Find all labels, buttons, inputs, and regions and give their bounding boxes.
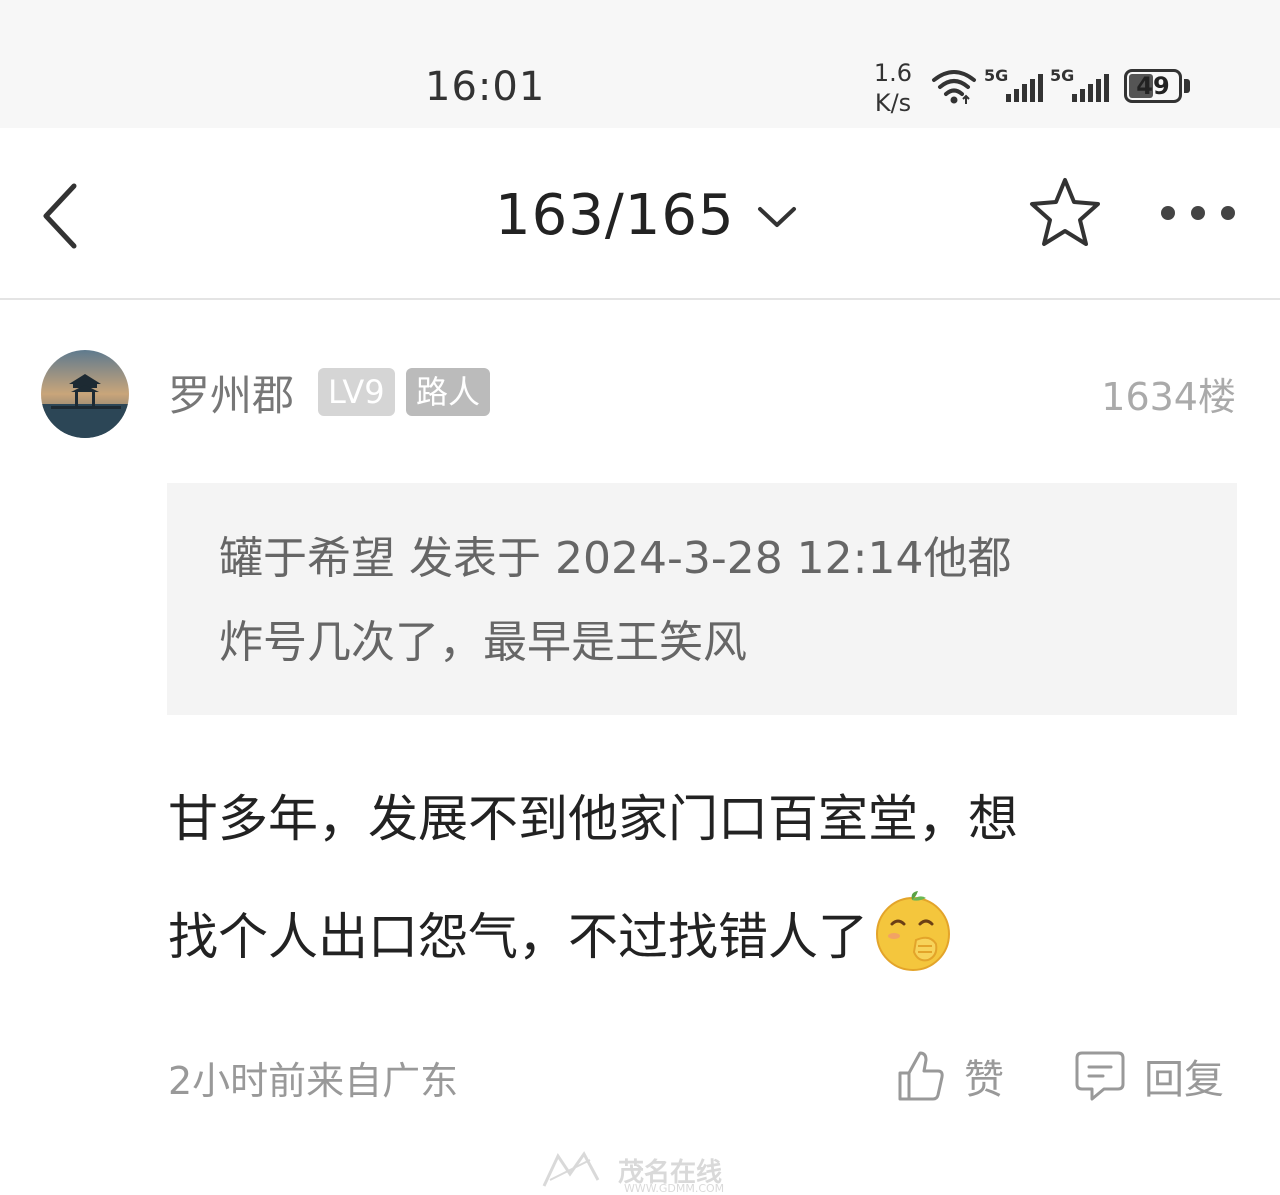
status-icons: 5G 5G 49 (930, 66, 1190, 106)
battery-level: 49 (1136, 72, 1170, 100)
status-bar: 16:01 1.6 K/s 5G 5G 49 (0, 0, 1280, 128)
more-dots-icon (1161, 206, 1235, 220)
level-badge: LV9 (318, 368, 395, 416)
page-indicator: 163/165 (495, 182, 735, 248)
nav-bar: 163/165 (0, 128, 1280, 300)
page-selector[interactable]: 163/165 (495, 180, 797, 250)
sim2-signal-icon: 5G (1050, 66, 1110, 106)
author-name[interactable]: 罗州郡 (168, 362, 294, 423)
watermark-url: WWW.GDMM.COM (624, 1182, 725, 1195)
post-item: 罗州郡 LV9 路人 1634楼 罐于希望 发表于 2024-3-28 12:1… (0, 300, 1280, 1195)
post-content-line: 找个人出口怨气，不过找错人了 (168, 878, 1168, 996)
sim1-signal-icon: 5G (984, 66, 1044, 106)
comment-icon (1075, 1051, 1125, 1101)
wifi-icon (932, 70, 976, 104)
post-content-line: 甘多年，发展不到他家门口百室堂，想 (168, 790, 1018, 848)
like-label: 赞 (964, 1057, 1004, 1103)
star-icon (1030, 178, 1100, 246)
quoted-post[interactable]: 罐于希望 发表于 2024-3-28 12:14他都 炸号几次了，最早是王笑风 (167, 483, 1237, 715)
battery-icon: 49 (1124, 69, 1190, 103)
quote-line: 罐于希望 发表于 2024-3-28 12:14他都 (219, 533, 1012, 584)
giggle-emoji-icon (876, 891, 950, 971)
network-speed: 1.6 K/s (866, 58, 920, 118)
network-speed-value: 1.6 (873, 59, 913, 87)
more-button[interactable] (1155, 198, 1245, 228)
back-button[interactable] (30, 176, 90, 256)
avatar[interactable] (41, 350, 129, 438)
favorite-button[interactable] (1026, 174, 1104, 252)
network-speed-unit: K/s (874, 89, 912, 117)
quote-line: 炸号几次了，最早是王笑风 (219, 617, 747, 668)
status-time: 16:01 (425, 64, 546, 110)
post-meta: 2小时前来自广东 (168, 1059, 459, 1103)
chevron-down-icon (757, 207, 796, 227)
post-content: 甘多年，发展不到他家门口百室堂，想 找个人出口怨气，不过找错人了 (168, 760, 1168, 996)
reply-button[interactable]: 回复 (1074, 1046, 1224, 1106)
thumbs-up-icon (898, 1051, 944, 1101)
post-content-text: 找个人出口怨气，不过找错人了 (168, 908, 868, 966)
like-button[interactable]: 赞 (896, 1046, 1004, 1106)
back-arrow-icon (43, 183, 77, 249)
role-badge: 路人 (406, 368, 491, 416)
watermark-logo: 茂名在线 WWW.GDMM.COM (540, 1150, 724, 1195)
reply-label: 回复 (1144, 1057, 1224, 1103)
floor-number: 1634楼 (1101, 375, 1236, 419)
